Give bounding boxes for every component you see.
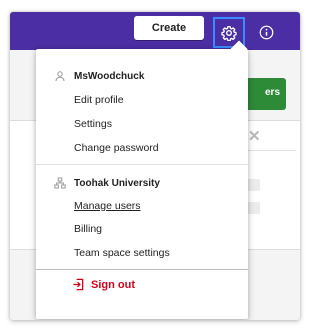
info-button[interactable] xyxy=(252,18,280,46)
app-window: Create ers ✕ MsWoodchuck Edit profile Se… xyxy=(10,12,300,320)
sign-out-icon xyxy=(73,278,84,291)
close-icon[interactable]: ✕ xyxy=(248,127,261,145)
settings-dropdown-menu: MsWoodchuck Edit profile Settings Change… xyxy=(36,40,248,319)
menu-item-change-password[interactable]: Change password xyxy=(74,142,159,154)
sign-out-button[interactable]: Sign out xyxy=(72,278,135,291)
sign-out-label: Sign out xyxy=(91,278,135,291)
gear-icon xyxy=(221,25,237,41)
background-green-button-label: ers xyxy=(264,87,280,98)
org-section-header: Toohak University xyxy=(54,177,160,189)
background-pill xyxy=(246,202,260,214)
menu-item-edit-profile[interactable]: Edit profile xyxy=(74,94,124,106)
user-name: MsWoodchuck xyxy=(74,70,145,82)
menu-item-manage-users[interactable]: Manage users xyxy=(74,200,141,212)
menu-divider xyxy=(36,164,248,165)
organization-name: Toohak University xyxy=(74,177,160,189)
create-button[interactable]: Create xyxy=(134,16,204,40)
menu-item-team-space-settings[interactable]: Team space settings xyxy=(74,247,170,259)
organization-icon xyxy=(54,177,66,189)
info-icon xyxy=(259,25,273,39)
top-bar: Create xyxy=(10,12,300,50)
menu-item-settings[interactable]: Settings xyxy=(74,118,112,130)
menu-item-billing[interactable]: Billing xyxy=(74,223,102,235)
background-pill xyxy=(246,179,260,191)
menu-divider xyxy=(36,269,248,270)
user-section-header: MsWoodchuck xyxy=(54,70,144,82)
user-icon xyxy=(54,70,66,82)
